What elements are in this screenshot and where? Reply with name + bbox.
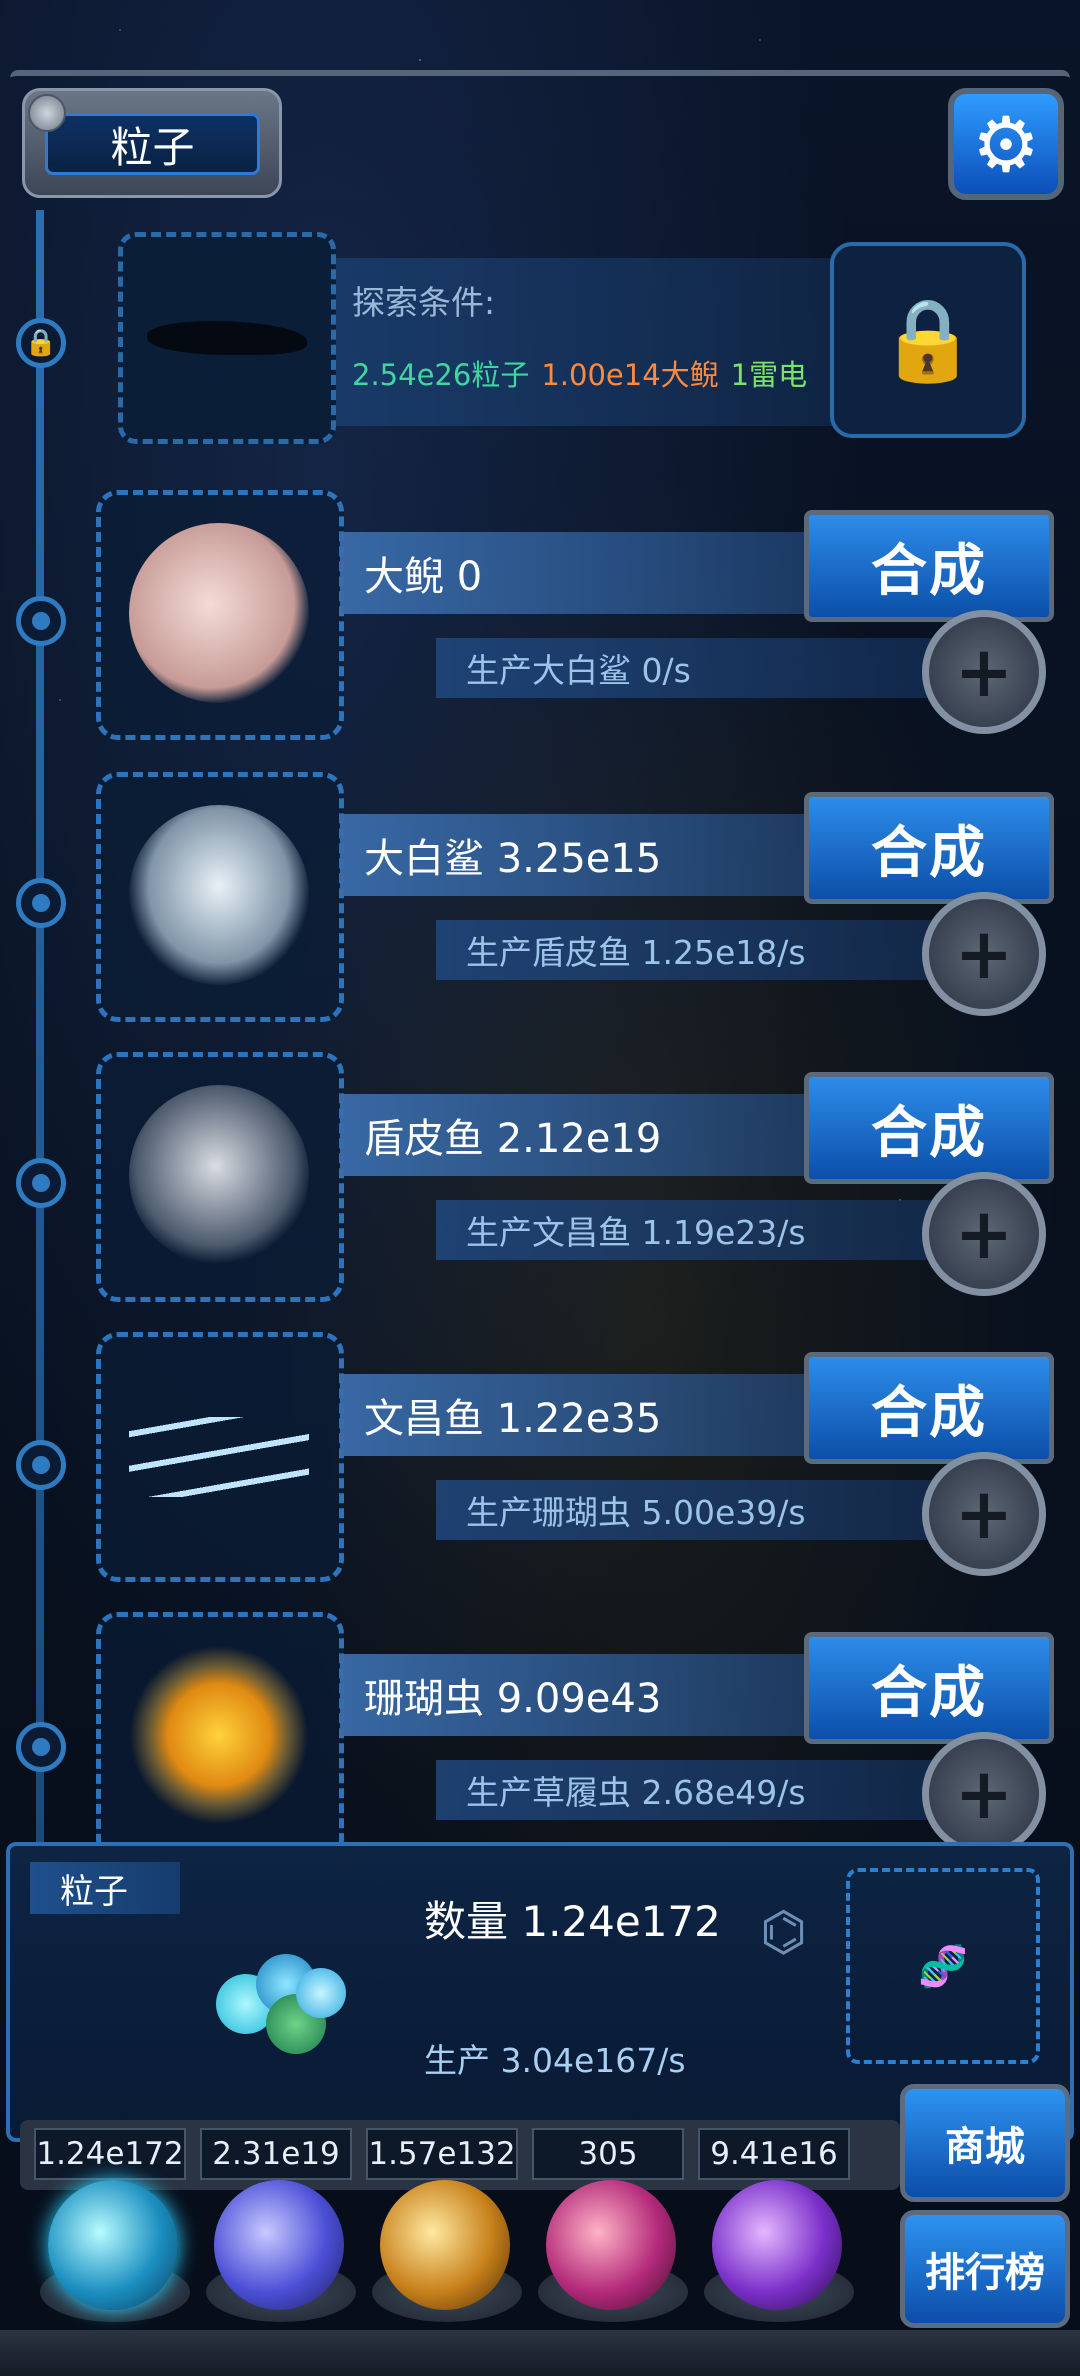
rail-node	[16, 1440, 66, 1490]
creature-production: 生产草履虫 2.68e49/s	[436, 1760, 956, 1820]
creature-portrait	[96, 1332, 344, 1582]
particle-production: 生产 3.04e167/s	[424, 2041, 686, 2080]
creature-production: 生产珊瑚虫 5.00e39/s	[436, 1480, 956, 1540]
creature-portrait	[96, 1612, 344, 1862]
galaxy-orb-icon[interactable]	[712, 2180, 842, 2310]
molecule-icon: ⌬	[760, 1900, 808, 1963]
add-button[interactable]: +	[922, 610, 1046, 734]
particle-cluster-icon	[206, 1944, 356, 2054]
resource-star: 1.57e132	[366, 2128, 518, 2180]
add-button[interactable]: +	[922, 1732, 1046, 1856]
merge-button[interactable]: 合成	[804, 1072, 1054, 1184]
resource-thunder: 2.31e19	[200, 2128, 352, 2180]
creature-production: 生产大白鲨 0/s	[436, 638, 956, 698]
resource-brain: 305	[532, 2128, 684, 2180]
bottom-frame	[0, 2330, 1080, 2376]
particle-count: 数量 1.24e172	[424, 1897, 721, 1946]
explore-panel: 探索条件: 2.54e26粒子 1.00e14大鲵 1雷电 🔒	[110, 232, 1030, 444]
creature-portrait	[96, 772, 344, 1022]
plus-icon: +	[954, 631, 1014, 713]
shark-icon	[129, 805, 309, 985]
shop-button[interactable]: 商城	[900, 2084, 1070, 2202]
merge-button[interactable]: 合成	[804, 1352, 1054, 1464]
rail-node	[16, 1158, 66, 1208]
cost-particles: 2.54e26粒子	[352, 358, 530, 392]
dna-icon: 🧬	[846, 1868, 1040, 2064]
axolotl-icon	[129, 523, 309, 703]
merge-button[interactable]: 合成	[804, 510, 1054, 622]
lock-node-icon: 🔒	[16, 318, 66, 368]
explore-costs: 2.54e26粒子 1.00e14大鲵 1雷电	[352, 352, 819, 394]
settings-button[interactable]: ⚙	[948, 88, 1064, 200]
plus-icon: +	[954, 1193, 1014, 1275]
rail-node	[16, 596, 66, 646]
add-button[interactable]: +	[922, 1172, 1046, 1296]
merge-button[interactable]: 合成	[804, 792, 1054, 904]
gear-icon: ⚙	[971, 99, 1041, 189]
creature-row: 文昌鱼 1.22e35 生产珊瑚虫 5.00e39/s 合成 +	[96, 1332, 1056, 1582]
plus-icon: +	[954, 913, 1014, 995]
add-button[interactable]: +	[922, 892, 1046, 1016]
plus-icon: +	[954, 1473, 1014, 1555]
progress-rail	[36, 210, 44, 1850]
star-orb-icon[interactable]	[380, 2180, 510, 2310]
particle-orb-icon[interactable]	[48, 2180, 178, 2310]
creature-row: 大鲵 0 生产大白鲨 0/s 合成 +	[96, 490, 1056, 740]
particle-panel-tag: 粒子	[30, 1862, 180, 1914]
creature-production: 生产文昌鱼 1.19e23/s	[436, 1200, 956, 1260]
lancelet-icon	[129, 1417, 309, 1497]
creature-row: 盾皮鱼 2.12e19 生产文昌鱼 1.19e23/s 合成 +	[96, 1052, 1056, 1302]
brain-orb-icon[interactable]	[546, 2180, 676, 2310]
bolt-icon	[28, 94, 66, 132]
resource-galaxy: 9.41e16	[698, 2128, 850, 2180]
explore-condition-label: 探索条件:	[352, 283, 496, 322]
cost-salamander: 1.00e14大鲵	[541, 358, 719, 392]
page-title: 粒子	[45, 113, 260, 175]
game-screen: 粒子 ⚙ 🔒 探索条件: 2.54e26粒子 1.00e14大鲵 1雷电 🔒 大鲵 …	[0, 0, 1080, 2376]
creature-portrait	[96, 490, 344, 740]
plus-icon: +	[954, 1753, 1014, 1835]
thunder-orb-icon[interactable]	[214, 2180, 344, 2310]
creature-row: 大白鲨 3.25e15 生产盾皮鱼 1.25e18/s 合成 +	[96, 772, 1056, 1022]
rail-node	[16, 878, 66, 928]
rail-node	[16, 1722, 66, 1772]
locked-creature-silhouette	[118, 232, 336, 444]
creature-production: 生产盾皮鱼 1.25e18/s	[436, 920, 956, 980]
creature-row: 珊瑚虫 9.09e43 生产草履虫 2.68e49/s 合成 +	[96, 1612, 1056, 1862]
explore-lock-button[interactable]: 🔒	[830, 242, 1026, 438]
creature-portrait	[96, 1052, 344, 1302]
ranking-button[interactable]: 排行榜	[900, 2210, 1070, 2328]
placoderm-icon	[129, 1085, 309, 1265]
lock-icon: 🔒	[878, 293, 978, 386]
resource-particles: 1.24e172	[34, 2128, 186, 2180]
merge-button[interactable]: 合成	[804, 1632, 1054, 1744]
add-button[interactable]: +	[922, 1452, 1046, 1576]
cost-thunder: 1雷电	[730, 358, 808, 392]
coral-polyp-icon	[129, 1645, 309, 1825]
